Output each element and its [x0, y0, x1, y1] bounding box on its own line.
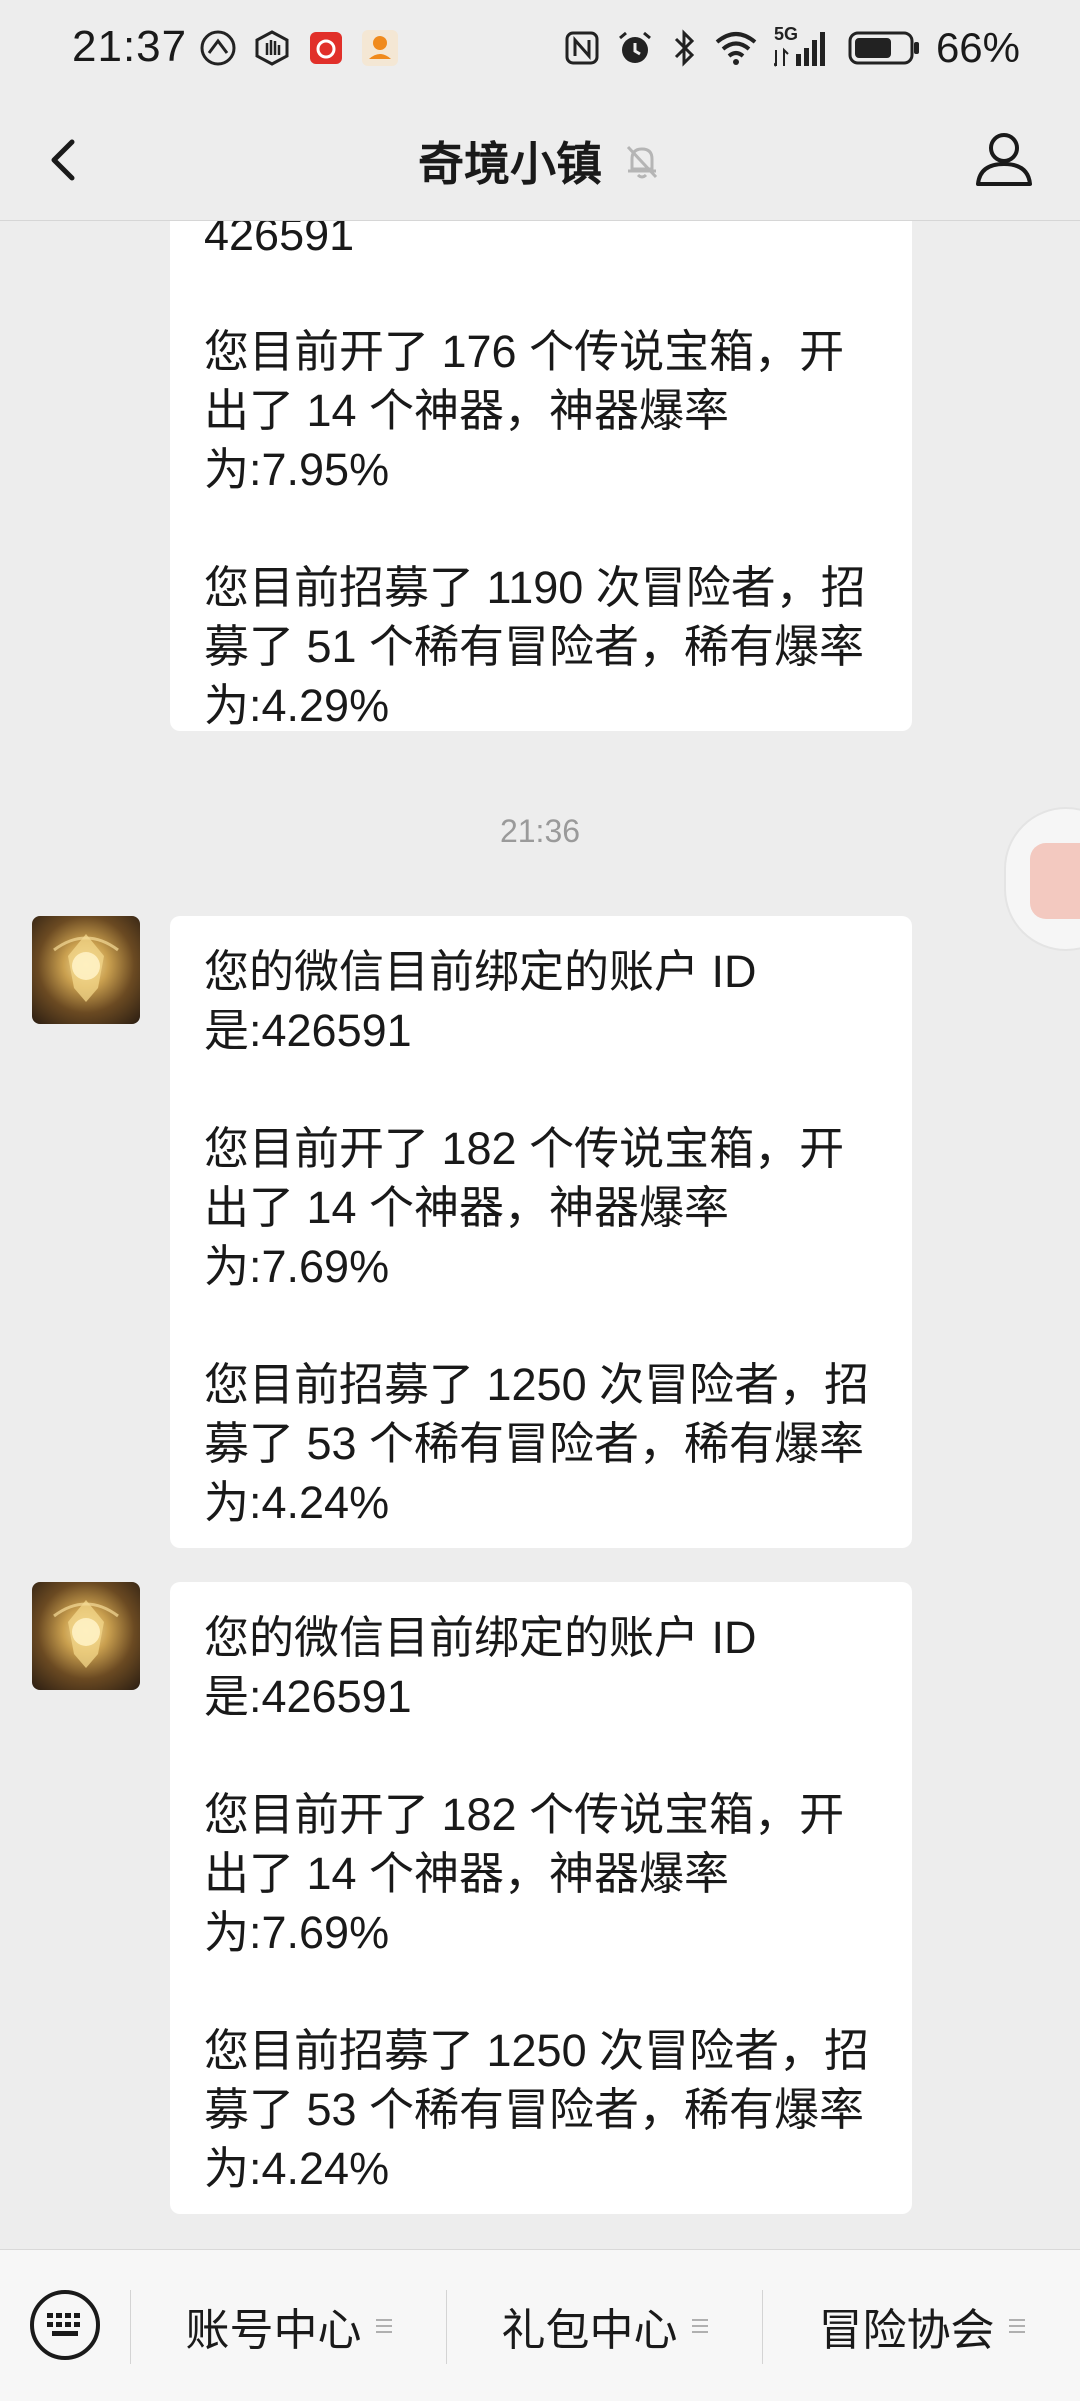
- menu-gift-center[interactable]: 礼包中心: [447, 2250, 762, 2401]
- status-system-icons: 5G 66%: [564, 24, 1020, 72]
- status-app-icons: [198, 28, 400, 68]
- golden-crest-icon: [53, 934, 119, 1002]
- hand-icon: [252, 28, 292, 68]
- menu-item-label: 账号中心: [185, 2305, 362, 2355]
- message-bubble[interactable]: 您的微信目前绑定的账户 ID 是:426591 您目前开了 182 个传说宝箱，…: [170, 1582, 912, 2214]
- message-text: 您的微信目前绑定的账户 ID 是:426591: [204, 1612, 757, 1722]
- status-bar: 21:37 5G 66%: [0, 0, 1080, 100]
- avatar[interactable]: [32, 916, 140, 1024]
- submenu-lines-icon: [691, 2315, 708, 2337]
- chat-header: 奇境小镇: [0, 100, 1080, 221]
- profile-button[interactable]: [972, 126, 1036, 190]
- avatar[interactable]: [32, 1582, 140, 1690]
- message-text-partial: 426591: [204, 221, 355, 260]
- message-bubble[interactable]: 426591 您目前开了 176 个传说宝箱，开出了 14 个神器，神器爆率为:…: [170, 221, 912, 731]
- bell-off-icon: [626, 145, 658, 179]
- netease-music-icon: [306, 28, 346, 68]
- menu-account-center[interactable]: 账号中心: [131, 2250, 446, 2401]
- chat-title: 奇境小镇: [418, 138, 602, 190]
- official-account-menu: 账号中心 礼包中心 冒险协会: [0, 2249, 1080, 2401]
- keyboard-icon: [30, 2290, 100, 2360]
- message-text: 您目前开了 176 个传说宝箱，开出了 14 个神器，神器爆率为:7.95%: [204, 326, 845, 495]
- menu-item-label: 礼包中心: [501, 2305, 678, 2355]
- submenu-lines-icon: [375, 2315, 392, 2337]
- wifi-icon: [715, 32, 757, 65]
- bluetooth-icon: [674, 29, 695, 67]
- menu-item-label: 冒险协会: [818, 2305, 995, 2355]
- mascot-app-icon: [360, 28, 400, 68]
- message-timestamp: 21:36: [499, 813, 581, 849]
- battery-icon: [848, 31, 919, 65]
- status-time: 21:37: [72, 22, 188, 71]
- message-text: 您目前开了 182 个传说宝箱，开出了 14 个神器，神器爆率为:7.69%: [204, 1789, 845, 1958]
- alarm-icon: [618, 31, 651, 63]
- nfc-icon: [565, 31, 599, 65]
- golden-crest-icon: [53, 1600, 119, 1668]
- user-icon: [976, 133, 1032, 186]
- message-text: 您目前招募了 1250 次冒险者，招募了 53 个稀有冒险者，稀有爆率为:4.2…: [204, 1359, 870, 1528]
- message-bubble[interactable]: 您的微信目前绑定的账户 ID 是:426591 您目前开了 182 个传说宝箱，…: [170, 916, 912, 1548]
- battery-percent: 66%: [935, 24, 1020, 71]
- menu-adventure-guild[interactable]: 冒险协会: [763, 2250, 1080, 2401]
- chat-title-container: 奇境小镇: [0, 128, 1080, 194]
- keyboard-toggle-button[interactable]: [28, 2288, 102, 2362]
- message-list[interactable]: 426591 您目前开了 176 个传说宝箱，开出了 14 个神器，神器爆率为:…: [0, 221, 1080, 2249]
- message-text: 您目前招募了 1250 次冒险者，招募了 53 个稀有冒险者，稀有爆率为:4.2…: [204, 2025, 870, 2194]
- submenu-lines-icon: [1008, 2315, 1025, 2337]
- message-text: 您目前开了 182 个传说宝箱，开出了 14 个神器，神器爆率为:7.69%: [204, 1123, 845, 1292]
- speed-app-icon: [198, 28, 238, 68]
- message-text: 您的微信目前绑定的账户 ID 是:426591: [204, 946, 757, 1056]
- signal-icon: 5G: [773, 24, 832, 68]
- message-text: 您目前招募了 1190 次冒险者，招募了 51 个稀有冒险者，稀有爆率为:4.2…: [204, 562, 866, 731]
- floating-app-thumbnail-icon: [1030, 843, 1080, 919]
